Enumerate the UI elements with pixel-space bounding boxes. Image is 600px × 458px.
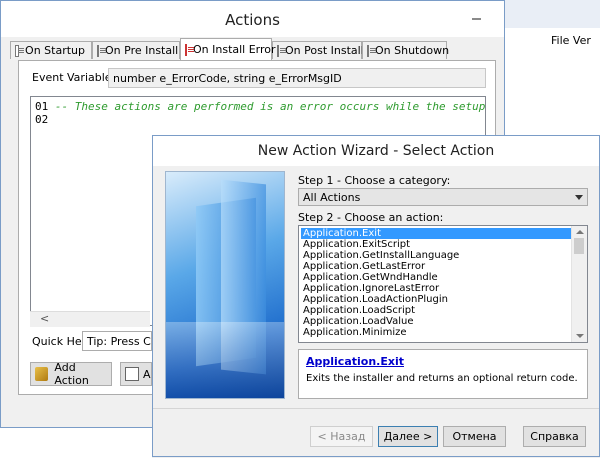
list-item[interactable]: Application.GetLastError (301, 261, 573, 272)
line-number: 01 (35, 100, 49, 113)
wizard-titlebar[interactable]: New Action Wizard - Select Action (153, 136, 599, 166)
list-item[interactable]: Application.LoadScript (301, 305, 573, 316)
list-item[interactable]: Application.Minimize (301, 327, 573, 338)
list-item[interactable]: Application.Exit (301, 228, 573, 239)
button-separator (153, 408, 599, 409)
code-line-1: 01 -- These actions are performed is an … (35, 100, 486, 113)
help-button[interactable]: Справка (523, 426, 586, 447)
actions-window-title: Actions (225, 11, 280, 29)
new-action-wizard-dialog: New Action Wizard - Select Action Step 1… (152, 135, 600, 457)
list-item[interactable]: Application.IgnoreLastError (301, 283, 573, 294)
script-error-icon (185, 43, 194, 56)
step2-label: Step 2 - Choose an action: (298, 211, 444, 224)
code-line-2: 02 (35, 113, 48, 126)
code-comment: -- These actions are performed is an err… (54, 100, 486, 113)
tab-on-post-install[interactable]: On Post Install (272, 41, 364, 59)
tab-on-install-error[interactable]: On Install Error (180, 38, 276, 60)
event-variables-field[interactable]: number e_ErrorCode, string e_ErrorMsgID (108, 68, 486, 88)
minimize-button[interactable] (459, 9, 493, 29)
background-bottom-panel (0, 425, 152, 458)
tab-label: On Install Error (193, 43, 276, 56)
list-item[interactable]: Application.GetInstallLanguage (301, 250, 573, 261)
list-item[interactable]: Application.LoadValue (301, 316, 573, 327)
action-help-link[interactable]: Application.Exit (306, 355, 404, 368)
add-action-icon (35, 367, 49, 381)
step1-label: Step 1 - Choose a category: (298, 174, 451, 187)
tab-label: On Post Install (285, 44, 364, 57)
chevron-down-icon (575, 195, 583, 200)
add-action-label: Add Action (54, 361, 89, 387)
actions-titlebar[interactable]: Actions (1, 1, 504, 37)
file-version-column-label: File Ver (551, 34, 591, 47)
tab-label: On Startup (25, 44, 85, 57)
tab-label: On Pre Install (105, 44, 179, 57)
category-value: All Actions (303, 191, 361, 204)
back-button[interactable]: < Назад (310, 426, 373, 447)
wizard-banner-image (165, 171, 285, 399)
action-description-panel: Application.Exit Exits the installer and… (298, 349, 588, 399)
scrollbar-thumb[interactable] (574, 238, 584, 254)
minimize-icon (471, 18, 481, 20)
list-vertical-scrollbar[interactable] (571, 226, 587, 342)
category-dropdown[interactable]: All Actions (298, 188, 588, 206)
script-icon (367, 44, 376, 57)
tab-on-pre-install[interactable]: On Pre Install (92, 41, 180, 59)
editor-horizontal-scrollbar[interactable]: < (30, 311, 150, 327)
quick-help-field: Tip: Press Ctrl+ (82, 331, 152, 351)
cancel-button[interactable]: Отмена (443, 426, 506, 447)
tab-on-startup[interactable]: On Startup (10, 41, 92, 59)
tab-label: On Shutdown (375, 44, 450, 57)
list-item[interactable]: Application.GetWndHandle (301, 272, 573, 283)
background-column-header[interactable]: File Ver (505, 28, 600, 51)
action-listbox[interactable]: Application.Exit Application.ExitScript … (298, 225, 588, 343)
script-icon (97, 44, 106, 57)
scroll-up-icon[interactable] (576, 230, 584, 234)
scroll-left-arrow-icon[interactable]: < (40, 312, 49, 325)
add-action-button[interactable]: Add Action (30, 361, 112, 387)
list-item[interactable]: Application.LoadActionPlugin (301, 294, 573, 305)
line-number: 02 (35, 113, 49, 126)
script-icon (277, 44, 286, 57)
next-button[interactable]: Далее > (378, 426, 438, 447)
tab-on-shutdown[interactable]: On Shutdown (362, 41, 450, 59)
document-icon (125, 367, 139, 381)
secondary-action-label: A (143, 367, 151, 381)
wizard-title: New Action Wizard - Select Action (257, 143, 495, 159)
script-icon (15, 44, 25, 57)
secondary-action-button[interactable]: A (120, 362, 152, 386)
scroll-down-icon[interactable] (576, 334, 584, 338)
list-item[interactable]: Application.ExitScript (301, 239, 573, 250)
action-description-text: Exits the installer and returns an optio… (306, 373, 578, 384)
